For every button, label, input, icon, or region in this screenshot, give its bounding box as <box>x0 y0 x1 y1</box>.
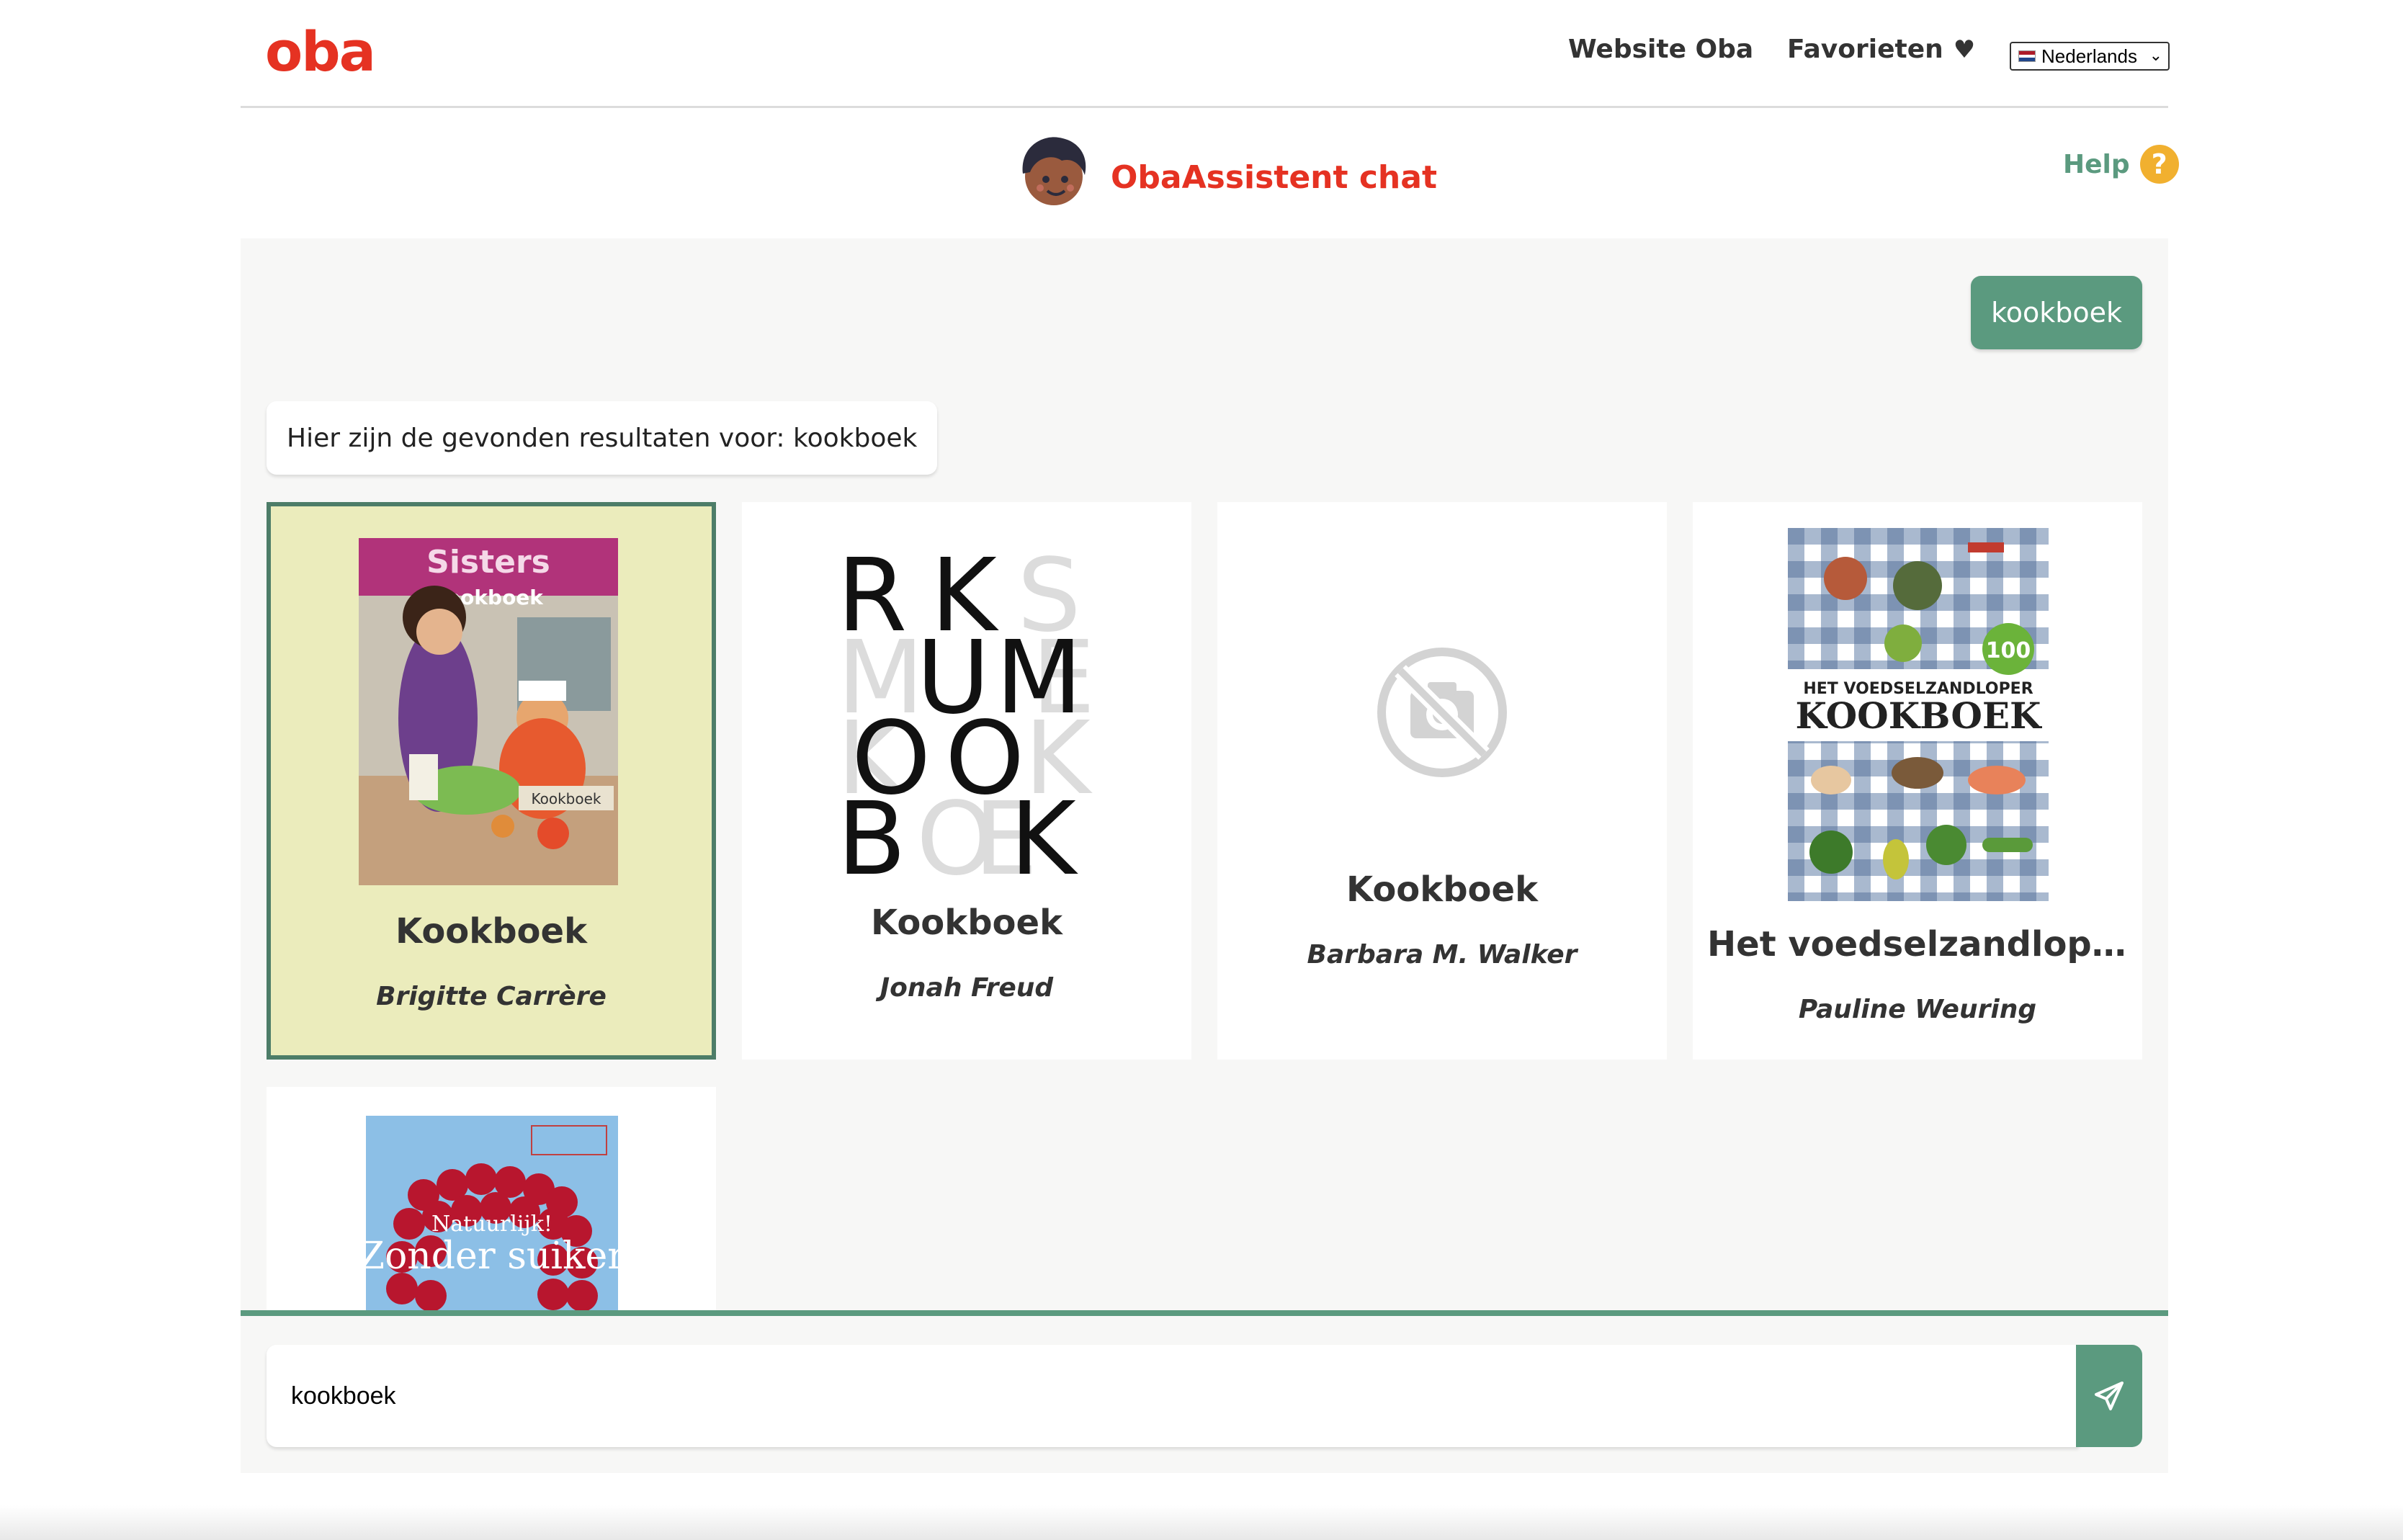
page: oba Website Oba Favorieten ♥ Nederlands ⌄… <box>241 0 2179 1540</box>
question-icon: ? <box>2139 145 2179 184</box>
website-oba-link[interactable]: Website Oba <box>1568 35 1753 64</box>
chat-input[interactable]: kookboek <box>267 1345 2079 1447</box>
chat-title: ObaAssistent chat <box>1111 159 1437 196</box>
book-cover-image: Natuurlijk! Zonder suiker <box>366 1116 618 1312</box>
book-cover-image: Sisters kookboek Kookboek <box>359 538 618 885</box>
send-icon <box>2095 1382 2124 1410</box>
dutch-flag-icon <box>2018 50 2036 62</box>
book-cover-image: S M E K K O E R K U M O O B K <box>837 545 1096 877</box>
cover-badge: 100 <box>1986 638 2031 663</box>
result-author: Pauline Weuring <box>1798 995 2037 1024</box>
result-card[interactable]: S M E K K O E R K U M O O B K Kookboek J… <box>742 502 1191 1060</box>
chevron-down-icon: ⌄ <box>2149 46 2162 64</box>
cover-tag: Kookboek <box>532 790 601 807</box>
chat-header: ObaAssistent chat Help ? <box>241 110 2179 238</box>
result-title: Kookboek <box>870 903 1063 943</box>
assistant-avatar <box>1022 137 1086 205</box>
window-bottom-edge <box>0 1505 2403 1540</box>
svg-text:B: B <box>837 781 906 877</box>
chat-messages[interactable]: kookboek Hier zijn de gevonden resultate… <box>241 238 2168 1312</box>
chat-input-bar: kookboek <box>241 1310 2168 1473</box>
no-image-icon <box>1377 648 1507 777</box>
user-message: kookboek <box>1971 276 2142 349</box>
svg-text:R: R <box>837 545 907 655</box>
result-card[interactable]: Sisters kookboek Kookboek Kookboek Brigi… <box>267 502 716 1060</box>
result-author: Brigitte Carrère <box>376 982 607 1011</box>
help-label: Help <box>2063 149 2130 179</box>
heart-icon: ♥ <box>1953 35 1976 64</box>
favorites-label: Favorieten <box>1787 35 1943 64</box>
result-author: Barbara M. Walker <box>1307 940 1578 970</box>
language-label: Nederlands <box>2041 45 2137 67</box>
result-title: Kookboek <box>395 911 588 952</box>
cover-title: Zonder suiker <box>366 1235 618 1278</box>
result-card[interactable]: Kookboek Barbara M. Walker <box>1217 502 1667 1060</box>
cover-subtitle: Natuurlijk! <box>431 1212 552 1237</box>
language-select[interactable]: Nederlands ⌄ <box>2010 42 2170 71</box>
bot-message: Hier zijn de gevonden resultaten voor: k… <box>267 401 938 475</box>
send-button[interactable] <box>2076 1345 2142 1447</box>
result-card[interactable]: Natuurlijk! Zonder suiker <box>267 1087 716 1312</box>
logo-text: oba <box>265 19 376 84</box>
favorites-link[interactable]: Favorieten ♥ <box>1787 35 1975 64</box>
svg-text:K: K <box>1010 781 1078 877</box>
result-title: Kookboek <box>1346 869 1539 910</box>
oba-logo[interactable]: oba <box>265 19 376 84</box>
result-card[interactable]: HET VOEDSELZANDLOPER KOOKBOEK 100 Het vo… <box>1693 502 2142 1060</box>
result-author: Jonah Freud <box>880 973 1054 1003</box>
top-navigation: oba Website Oba Favorieten ♥ Nederlands ⌄ <box>241 0 2170 108</box>
cover-title: Sisters <box>426 544 550 581</box>
cover-title: KOOKBOEK <box>1796 694 2043 737</box>
help-button[interactable]: Help ? <box>2063 145 2179 184</box>
book-cover-image: HET VOEDSELZANDLOPER KOOKBOEK 100 <box>1788 528 2049 901</box>
result-title: Het voedselzandloper ... <box>1707 924 2142 964</box>
